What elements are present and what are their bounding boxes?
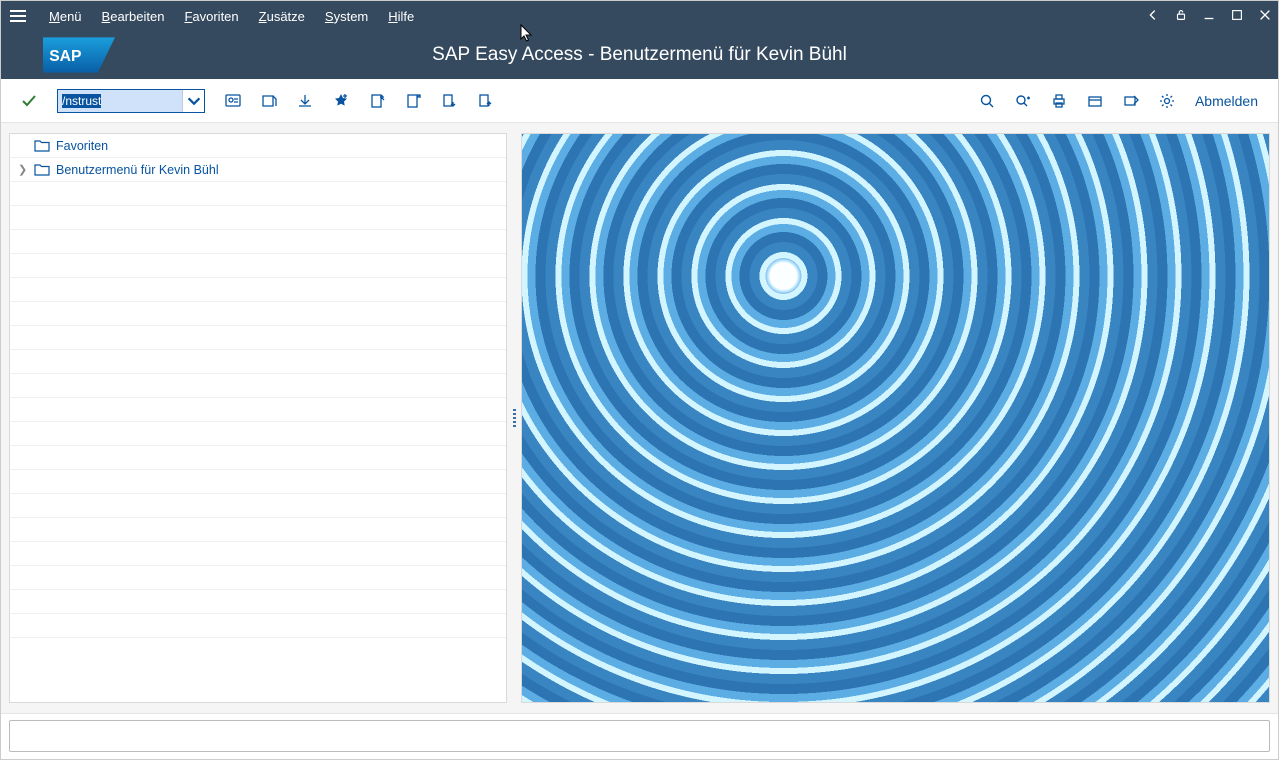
command-field[interactable] — [57, 89, 205, 113]
maximize-icon[interactable] — [1230, 8, 1244, 25]
menu-item-hilfe[interactable]: Hilfe — [378, 9, 424, 24]
menu-item-zusaetze[interactable]: Zusätze — [249, 9, 315, 24]
start-image-panel — [521, 133, 1270, 703]
settings-icon[interactable] — [1153, 87, 1181, 115]
back-icon[interactable] — [1146, 8, 1160, 25]
ripple-background — [522, 134, 1269, 702]
tree-label: Favoriten — [56, 139, 108, 153]
find-icon[interactable] — [973, 87, 1001, 115]
minimize-icon[interactable] — [1202, 8, 1216, 25]
statusbar — [1, 713, 1278, 759]
chevron-right-icon[interactable]: ❯ — [18, 163, 28, 176]
print-icon[interactable] — [1045, 87, 1073, 115]
enter-icon[interactable] — [15, 87, 43, 115]
save-icon[interactable] — [291, 87, 319, 115]
navigation-tree[interactable]: Favoriten ❯ Benutzermenü für Kevin Bühl — [9, 133, 507, 703]
tree-row-favorites[interactable]: Favoriten — [10, 134, 506, 158]
menubar: Menü Bearbeiten Favoriten Zusätze System… — [1, 1, 1278, 31]
titlebar: SAP SAP Easy Access - Benutzermenü für K… — [1, 31, 1278, 79]
assign-user-icon[interactable] — [399, 87, 427, 115]
shortcut-icon[interactable] — [1117, 87, 1145, 115]
splitter-handle[interactable] — [511, 133, 517, 703]
new-session-icon[interactable] — [1081, 87, 1109, 115]
command-dropdown-icon[interactable] — [182, 90, 204, 112]
find-next-icon[interactable] — [1009, 87, 1037, 115]
page-title: SAP Easy Access - Benutzermenü für Kevin… — [115, 44, 1164, 66]
svg-text:SAP: SAP — [49, 48, 81, 65]
add-favorite-icon[interactable] — [327, 87, 355, 115]
sap-logo: SAP — [43, 37, 115, 73]
close-icon[interactable] — [1258, 8, 1272, 25]
status-field[interactable] — [9, 720, 1270, 752]
folder-icon — [34, 139, 50, 152]
menu-item-menu[interactable]: Menü — [39, 9, 92, 24]
tree-label: Benutzermenü für Kevin Bühl — [56, 163, 219, 177]
user-menu-icon[interactable] — [219, 87, 247, 115]
content-area: Favoriten ❯ Benutzermenü für Kevin Bühl — [1, 123, 1278, 713]
folder-icon — [34, 163, 50, 176]
menu-item-system[interactable]: System — [315, 9, 378, 24]
unlock-icon[interactable] — [1174, 8, 1188, 25]
menu-item-favoriten[interactable]: Favoriten — [174, 9, 248, 24]
command-input[interactable] — [58, 90, 182, 112]
hamburger-icon[interactable] — [7, 5, 29, 27]
create-role-icon[interactable] — [363, 87, 391, 115]
menu-item-bearbeiten[interactable]: Bearbeiten — [92, 9, 175, 24]
document-up-icon[interactable] — [471, 87, 499, 115]
tree-row-usermenu[interactable]: ❯ Benutzermenü für Kevin Bühl — [10, 158, 506, 182]
toolbar: Abmelden — [1, 79, 1278, 123]
sap-menu-icon[interactable] — [255, 87, 283, 115]
document-down-icon[interactable] — [435, 87, 463, 115]
logout-button[interactable]: Abmelden — [1189, 93, 1264, 109]
